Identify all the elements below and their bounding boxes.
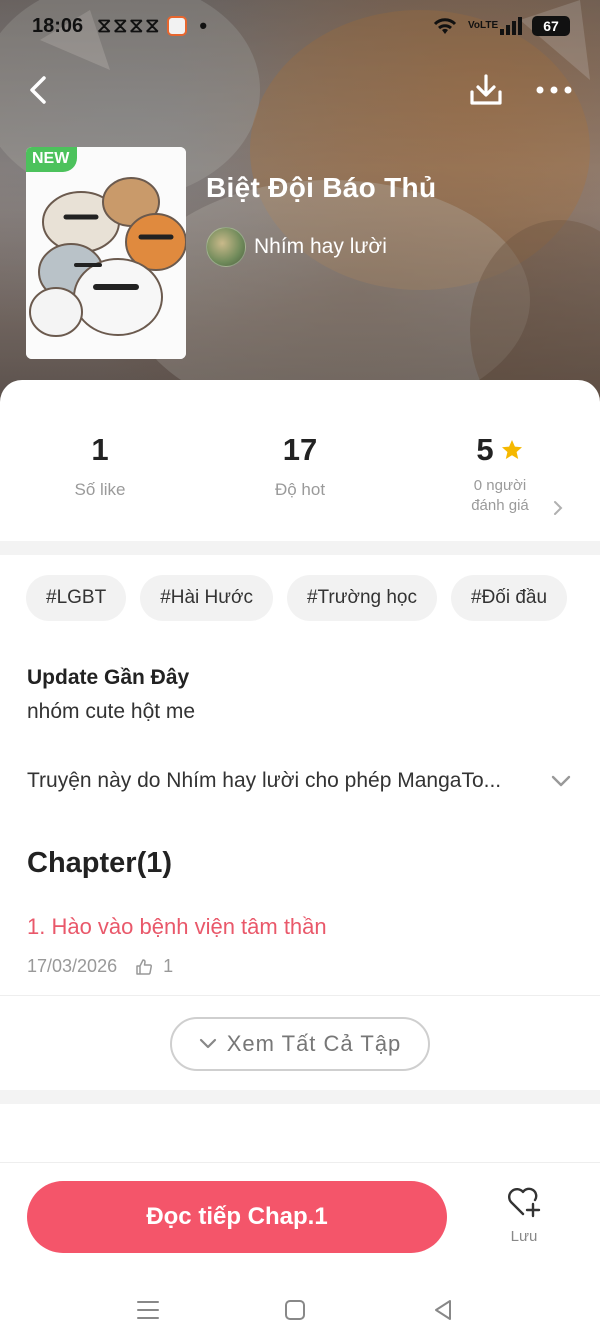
stat-rating-label: 0 người đánh giá — [400, 476, 600, 516]
download-icon[interactable] — [468, 72, 504, 108]
stat-hot: 17 Độ hot — [200, 430, 400, 500]
stat-likes-value: 1 — [91, 432, 109, 467]
save-button[interactable]: Lưu — [494, 1185, 554, 1255]
divider — [0, 541, 600, 555]
system-nav-bar — [0, 1283, 600, 1343]
back-nav-icon[interactable] — [428, 1295, 458, 1325]
comic-cover[interactable]: NEW — [26, 147, 186, 359]
bottom-action-bar: Đọc tiếp Chap.1 Lưu — [0, 1162, 600, 1343]
home-icon[interactable] — [280, 1295, 310, 1325]
app-notification-icon — [167, 16, 188, 36]
divider — [0, 995, 600, 996]
update-heading: Update Gần Đây — [27, 666, 190, 689]
wifi-icon — [433, 18, 457, 34]
status-right: VoLTE 67 — [432, 16, 570, 36]
stat-rating-label-line2: đánh giá — [471, 497, 529, 514]
chevron-down-icon — [199, 1038, 216, 1049]
stat-likes: 1 Số like — [0, 430, 200, 500]
capcut-icon: ⧖ — [129, 14, 143, 37]
star-icon — [501, 440, 522, 459]
more-options-icon[interactable] — [534, 76, 574, 104]
continue-reading-button[interactable]: Đọc tiếp Chap.1 — [27, 1181, 447, 1253]
stat-rating-value-row: 5 — [400, 430, 600, 470]
view-all-label: Xem Tất Cả Tập — [226, 1031, 402, 1056]
more-notifications-dot: • — [199, 13, 208, 38]
tag-chip[interactable]: #Đối đầu — [451, 575, 568, 621]
tag-chip[interactable]: #LGBT — [26, 575, 127, 621]
stat-hot-value: 17 — [282, 432, 318, 467]
status-bar: 18:06 ⧖ ⧖ ⧖ ⧖ • VoLTE 67 — [0, 0, 600, 52]
tag-list: #LGBT #Hài Hước #Trường học #Đối đầu — [26, 575, 568, 621]
chapter-link[interactable]: 1. Hào vào bệnh viện tâm thần — [27, 914, 327, 940]
back-icon[interactable] — [24, 70, 54, 110]
chapter-heading: Chapter(1) — [27, 847, 173, 879]
volte-label: VoLTE — [468, 20, 499, 31]
capcut-icon: ⧖ — [113, 14, 127, 37]
stat-likes-label: Số like — [74, 480, 126, 499]
new-badge: NEW — [26, 147, 78, 172]
chapter-meta: 17/03/2026 1 — [27, 956, 173, 977]
author-name: Nhím hay lười — [254, 235, 387, 258]
top-actions — [0, 70, 600, 110]
menu-icon[interactable] — [133, 1295, 163, 1325]
capcut-icon: ⧖ — [97, 14, 111, 37]
hero-header: 18:06 ⧖ ⧖ ⧖ ⧖ • VoLTE 67 NEW Biệt Đội Bá… — [0, 0, 600, 420]
chevron-right-icon[interactable] — [553, 500, 563, 516]
stat-rating-label-line1: 0 người — [473, 477, 527, 494]
view-all-chapters-button[interactable]: Xem Tất Cả Tập — [170, 1017, 430, 1071]
signal-icon — [500, 17, 522, 35]
comic-title: Biệt Đội Báo Thủ — [206, 172, 437, 203]
author-avatar — [206, 227, 246, 267]
stat-rating-value: 5 — [476, 432, 494, 467]
tag-chip[interactable]: #Hài Hước — [140, 575, 273, 621]
cover-art — [26, 147, 186, 359]
update-text: nhóm cute hột me — [27, 700, 196, 723]
save-label: Lưu — [510, 1228, 538, 1245]
chevron-down-icon[interactable] — [548, 768, 574, 794]
notification-icons: ⧖ ⧖ ⧖ ⧖ • — [97, 13, 207, 39]
tag-chip[interactable]: #Trường học — [286, 575, 437, 621]
stats-row: 1 Số like 17 Độ hot 5 0 người đánh giá — [0, 430, 600, 540]
chapter-likes: 1 — [163, 956, 174, 976]
chapter-date: 17/03/2026 — [27, 956, 118, 976]
divider — [0, 1090, 600, 1104]
heart-add-icon — [508, 1187, 541, 1218]
status-time: 18:06 — [32, 14, 84, 37]
capcut-icon: ⧖ — [145, 14, 159, 37]
author-link[interactable]: Nhím hay lười — [206, 227, 387, 267]
description-text[interactable]: Truyện này do Nhím hay lười cho phép Man… — [27, 769, 547, 793]
thumbs-up-icon — [136, 958, 153, 975]
stat-hot-label: Độ hot — [274, 480, 326, 499]
stat-rating[interactable]: 5 0 người đánh giá — [400, 430, 600, 516]
battery-icon: 67 — [532, 16, 570, 36]
